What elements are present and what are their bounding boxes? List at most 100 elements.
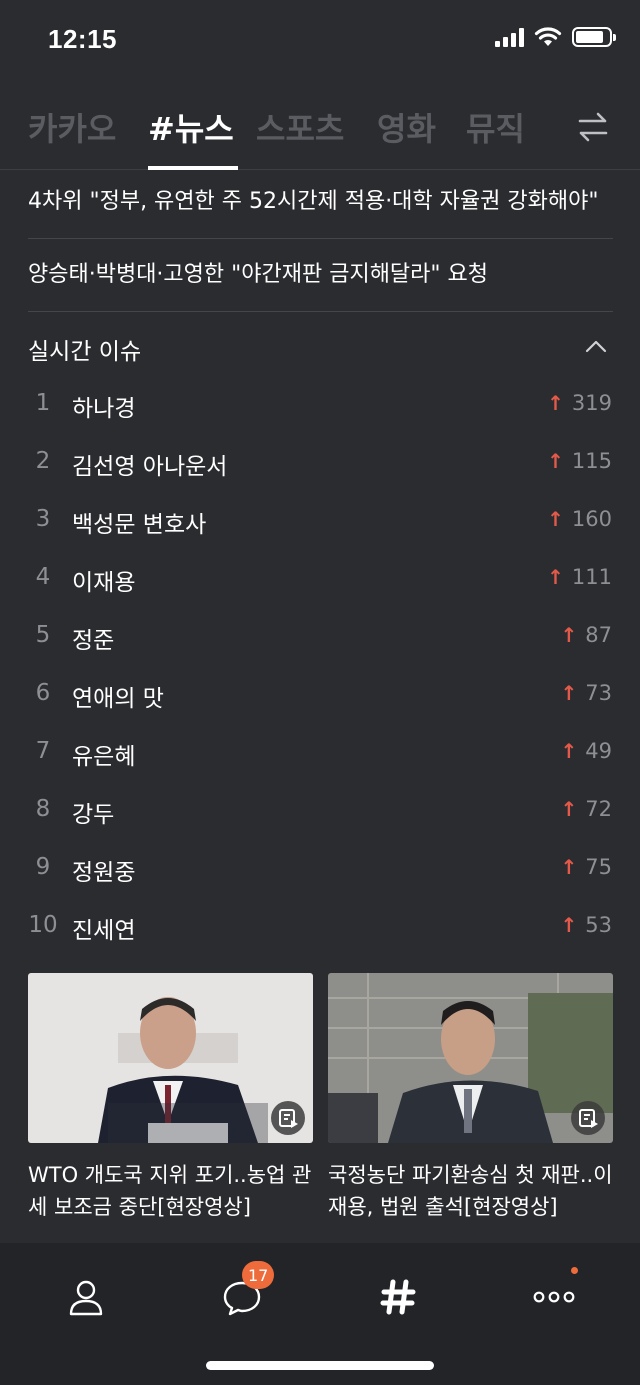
rank-change-value: 115 (571, 449, 612, 473)
rank-number: 2 (35, 448, 51, 474)
realtime-rank-item[interactable]: 2 김선영 아나운서 ↑ 115 (0, 434, 640, 492)
realtime-rank-item[interactable]: 1 하나경 ↑ 319 (0, 376, 640, 434)
rank-change-value: 319 (571, 391, 612, 415)
rank-change: ↑ 72 (561, 797, 613, 821)
rank-number: 7 (35, 738, 51, 764)
home-indicator[interactable] (206, 1361, 434, 1370)
tab-music[interactable]: 뮤직 (466, 104, 525, 150)
rank-change-value: 111 (571, 565, 612, 589)
rank-change-value: 87 (585, 623, 612, 647)
chevron-up-icon[interactable] (584, 338, 608, 354)
rank-keyword[interactable]: 정원중 (72, 853, 135, 887)
video-card-title[interactable]: 국정농단 파기환송심 첫 재판..이재용, 법원 출석[현장영상] (328, 1159, 613, 1223)
realtime-rank-item[interactable]: 5 정준 ↑ 87 (0, 608, 640, 666)
rank-keyword[interactable]: 강두 (72, 795, 114, 829)
rank-change: ↑ 319 (547, 391, 612, 415)
rank-keyword[interactable]: 연애의 맛 (72, 679, 164, 713)
rank-number: 4 (35, 564, 51, 590)
status-bar: 12:15 (0, 0, 640, 80)
battery-icon (572, 27, 616, 47)
rank-change: ↑ 87 (561, 623, 613, 647)
tab-sports[interactable]: 스포츠 (256, 104, 344, 150)
realtime-rank-list: 1 하나경 ↑ 319 2 김선영 아나운서 ↑ 115 3 백성문 변호사 ↑ 160 4 이재용 ↑ 11… (0, 376, 640, 956)
rank-keyword[interactable]: 진세연 (72, 911, 135, 945)
rank-change-value: 49 (585, 739, 612, 763)
arrow-up-icon: ↑ (560, 855, 578, 879)
nav-more[interactable] (524, 1267, 584, 1327)
chat-unread-badge: 17 (242, 1261, 275, 1289)
rank-number: 5 (35, 622, 51, 648)
rank-change-value: 53 (585, 913, 612, 937)
rank-change: ↑ 53 (561, 913, 613, 937)
rank-number: 8 (35, 796, 51, 822)
rank-change: ↑ 160 (547, 507, 612, 531)
realtime-rank-item[interactable]: 3 백성문 변호사 ↑ 160 (0, 492, 640, 550)
man-in-suit-photo[interactable] (328, 973, 613, 1143)
play-video-icon[interactable] (271, 1101, 305, 1135)
headline-link[interactable]: 4차위 "정부, 유연한 주 52시간제 적용·대학 자율권 강화해야" (28, 187, 613, 217)
rank-number: 10 (28, 912, 58, 938)
divider (28, 238, 613, 239)
realtime-rank-item[interactable]: 10 진세연 ↑ 53 (0, 898, 640, 956)
nav-friends[interactable] (56, 1267, 116, 1327)
arrow-up-icon: ↑ (547, 449, 564, 473)
realtime-rank-item[interactable]: 6 연애의 맛 ↑ 73 (0, 666, 640, 724)
rank-change-value: 160 (571, 507, 612, 531)
battery-level (576, 31, 604, 43)
rank-keyword[interactable]: 백성문 변호사 (72, 505, 206, 539)
realtime-rank-item[interactable]: 4 이재용 ↑ 111 (0, 550, 640, 608)
headline-link[interactable]: 양승태·박병대·고영한 "야간재판 금지해달라" 요청 (28, 260, 613, 290)
person-icon[interactable] (66, 1277, 106, 1317)
video-card[interactable]: 국정농단 파기환송심 첫 재판..이재용, 법원 출석[현장영상] (328, 973, 613, 1223)
video-card-title[interactable]: WTO 개도국 지위 포기..농업 관세 보조금 중단[현장영상] (28, 1159, 313, 1223)
rank-keyword[interactable]: 김선영 아나운서 (72, 447, 227, 481)
new-dot-badge (571, 1267, 578, 1274)
hash-icon[interactable] (380, 1277, 416, 1317)
realtime-rank-item[interactable]: 8 강두 ↑ 72 (0, 782, 640, 840)
arrow-up-icon: ↑ (560, 913, 578, 937)
wifi-icon (534, 27, 562, 46)
realtime-rank-item[interactable]: 7 유은혜 ↑ 49 (0, 724, 640, 782)
rank-number: 9 (35, 854, 51, 880)
category-tabbar: 카카오 #뉴스 스포츠 영화 뮤직 (0, 96, 640, 170)
rank-number: 3 (35, 506, 51, 532)
arrow-up-icon: ↑ (547, 391, 564, 415)
status-icons (495, 27, 616, 47)
rank-number: 1 (35, 390, 51, 416)
nav-chats[interactable]: 17 (212, 1261, 275, 1327)
rank-change-value: 72 (585, 797, 612, 821)
rank-keyword[interactable]: 정준 (72, 621, 114, 655)
divider (28, 311, 613, 312)
signal-icon (495, 27, 524, 47)
rank-change: ↑ 49 (561, 739, 613, 763)
rank-number: 6 (35, 680, 51, 706)
rank-keyword[interactable]: 유은혜 (72, 737, 135, 771)
tab-news[interactable]: #뉴스 (148, 104, 234, 150)
rank-change: ↑ 75 (561, 855, 613, 879)
rank-change-value: 73 (585, 681, 612, 705)
rank-change: ↑ 111 (547, 565, 612, 589)
arrow-up-icon: ↑ (547, 565, 564, 589)
active-tab-indicator (148, 166, 238, 170)
rank-change: ↑ 73 (561, 681, 613, 705)
swap-arrows-icon[interactable] (576, 110, 610, 144)
nav-hash[interactable] (368, 1267, 428, 1327)
rank-keyword[interactable]: 하나경 (72, 389, 135, 423)
speaker-at-podium-photo[interactable] (28, 973, 313, 1143)
arrow-up-icon: ↑ (560, 739, 578, 763)
rank-change: ↑ 115 (547, 449, 612, 473)
play-video-icon[interactable] (571, 1101, 605, 1135)
tab-movie[interactable]: 영화 (377, 104, 436, 150)
status-time: 12:15 (48, 24, 117, 54)
arrow-up-icon: ↑ (560, 623, 578, 647)
tab-kakao[interactable]: 카카오 (28, 104, 116, 150)
more-icon[interactable] (532, 1291, 576, 1303)
rank-change-value: 75 (585, 855, 612, 879)
video-card[interactable]: WTO 개도국 지위 포기..농업 관세 보조금 중단[현장영상] (28, 973, 313, 1223)
realtime-rank-item[interactable]: 9 정원중 ↑ 75 (0, 840, 640, 898)
rank-keyword[interactable]: 이재용 (72, 563, 135, 597)
arrow-up-icon: ↑ (560, 681, 578, 705)
arrow-up-icon: ↑ (547, 507, 564, 531)
arrow-up-icon: ↑ (560, 797, 578, 821)
realtime-section-title: 실시간 이슈 (28, 339, 142, 365)
